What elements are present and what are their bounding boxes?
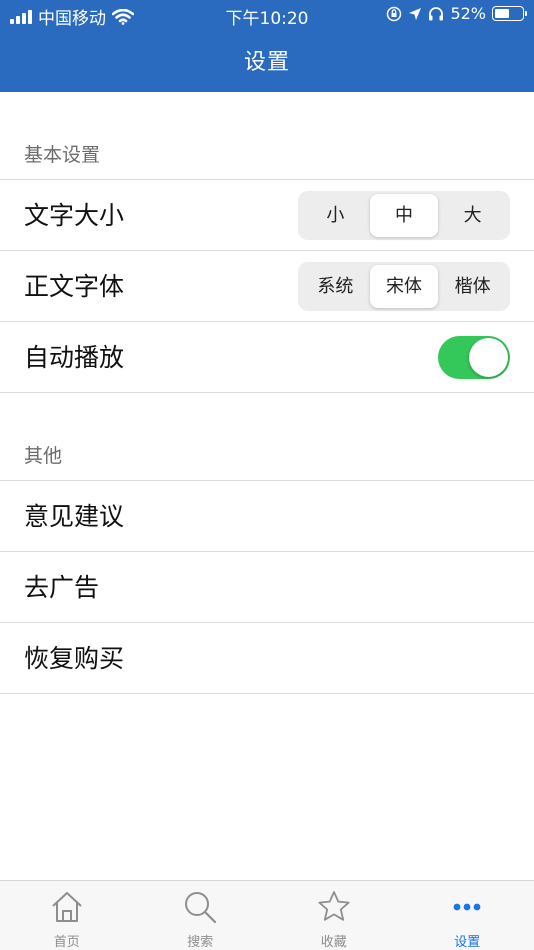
status-bar: 中国移动 下午10:20 52% — [0, 0, 534, 30]
status-right: 52% — [386, 4, 527, 23]
section-header-label: 基本设置 — [24, 144, 101, 166]
font-size-segmented-control: 小 中 大 — [298, 191, 510, 240]
page-title: 设置 — [243, 50, 290, 75]
body-font-label: 正文字体 — [24, 272, 125, 301]
section-header-basic: 基本设置 — [0, 92, 534, 180]
list-item-feedback[interactable]: 意见建议 — [0, 481, 534, 552]
star-icon — [318, 891, 350, 921]
tab-label: 设置 — [454, 935, 481, 950]
list-item-label: 恢复购买 — [24, 644, 125, 673]
location-icon — [409, 7, 422, 20]
autoplay-toggle[interactable] — [438, 336, 510, 379]
font-size-label: 文字大小 — [24, 201, 125, 230]
body-font-segmented-control: 系统 宋体 楷体 — [298, 262, 510, 311]
tab-settings[interactable]: 设置 — [401, 881, 534, 950]
tab-label: 收藏 — [320, 935, 347, 950]
tab-label: 搜索 — [187, 935, 214, 950]
tab-favorites[interactable]: 收藏 — [267, 881, 401, 950]
settings-list: 基本设置 文字大小 小 中 大 正文字体 系统 宋体 楷体 自动播放 其他 意见… — [0, 92, 534, 694]
rotation-lock-icon — [387, 6, 402, 21]
section-header-label: 其他 — [24, 445, 63, 467]
autoplay-row: 自动播放 — [0, 322, 534, 393]
battery-icon — [492, 6, 527, 21]
battery-percent: 52% — [450, 4, 486, 23]
section-header-other: 其他 — [0, 393, 534, 481]
body-font-option-kai[interactable]: 楷体 — [438, 265, 507, 308]
tab-label: 首页 — [53, 935, 80, 950]
tab-home[interactable]: 首页 — [0, 881, 134, 950]
body-font-option-song[interactable]: 宋体 — [369, 265, 439, 308]
tab-bar: 首页 搜索 收藏 设置 — [0, 880, 534, 950]
body-font-option-system[interactable]: 系统 — [301, 265, 370, 308]
battery-level — [495, 9, 509, 18]
list-item-label: 去广告 — [24, 573, 100, 602]
home-icon — [52, 892, 82, 922]
tab-search[interactable]: 搜索 — [134, 881, 268, 950]
autoplay-label: 自动播放 — [24, 343, 125, 372]
headphones-icon — [429, 6, 444, 20]
body-font-row: 正文字体 系统 宋体 楷体 — [0, 251, 534, 322]
list-item-restore-purchase[interactable]: 恢复购买 — [0, 623, 534, 694]
font-size-option-small[interactable]: 小 — [301, 194, 370, 237]
app-header: 中国移动 下午10:20 52% 设置 — [0, 0, 534, 92]
font-size-row: 文字大小 小 中 大 — [0, 180, 534, 251]
font-size-option-medium[interactable]: 中 — [369, 194, 439, 237]
more-icon — [453, 903, 481, 911]
list-item-remove-ads[interactable]: 去广告 — [0, 552, 534, 623]
search-icon — [185, 892, 217, 924]
font-size-option-large[interactable]: 大 — [438, 194, 507, 237]
list-item-label: 意见建议 — [24, 502, 125, 531]
toggle-knob — [469, 338, 508, 377]
